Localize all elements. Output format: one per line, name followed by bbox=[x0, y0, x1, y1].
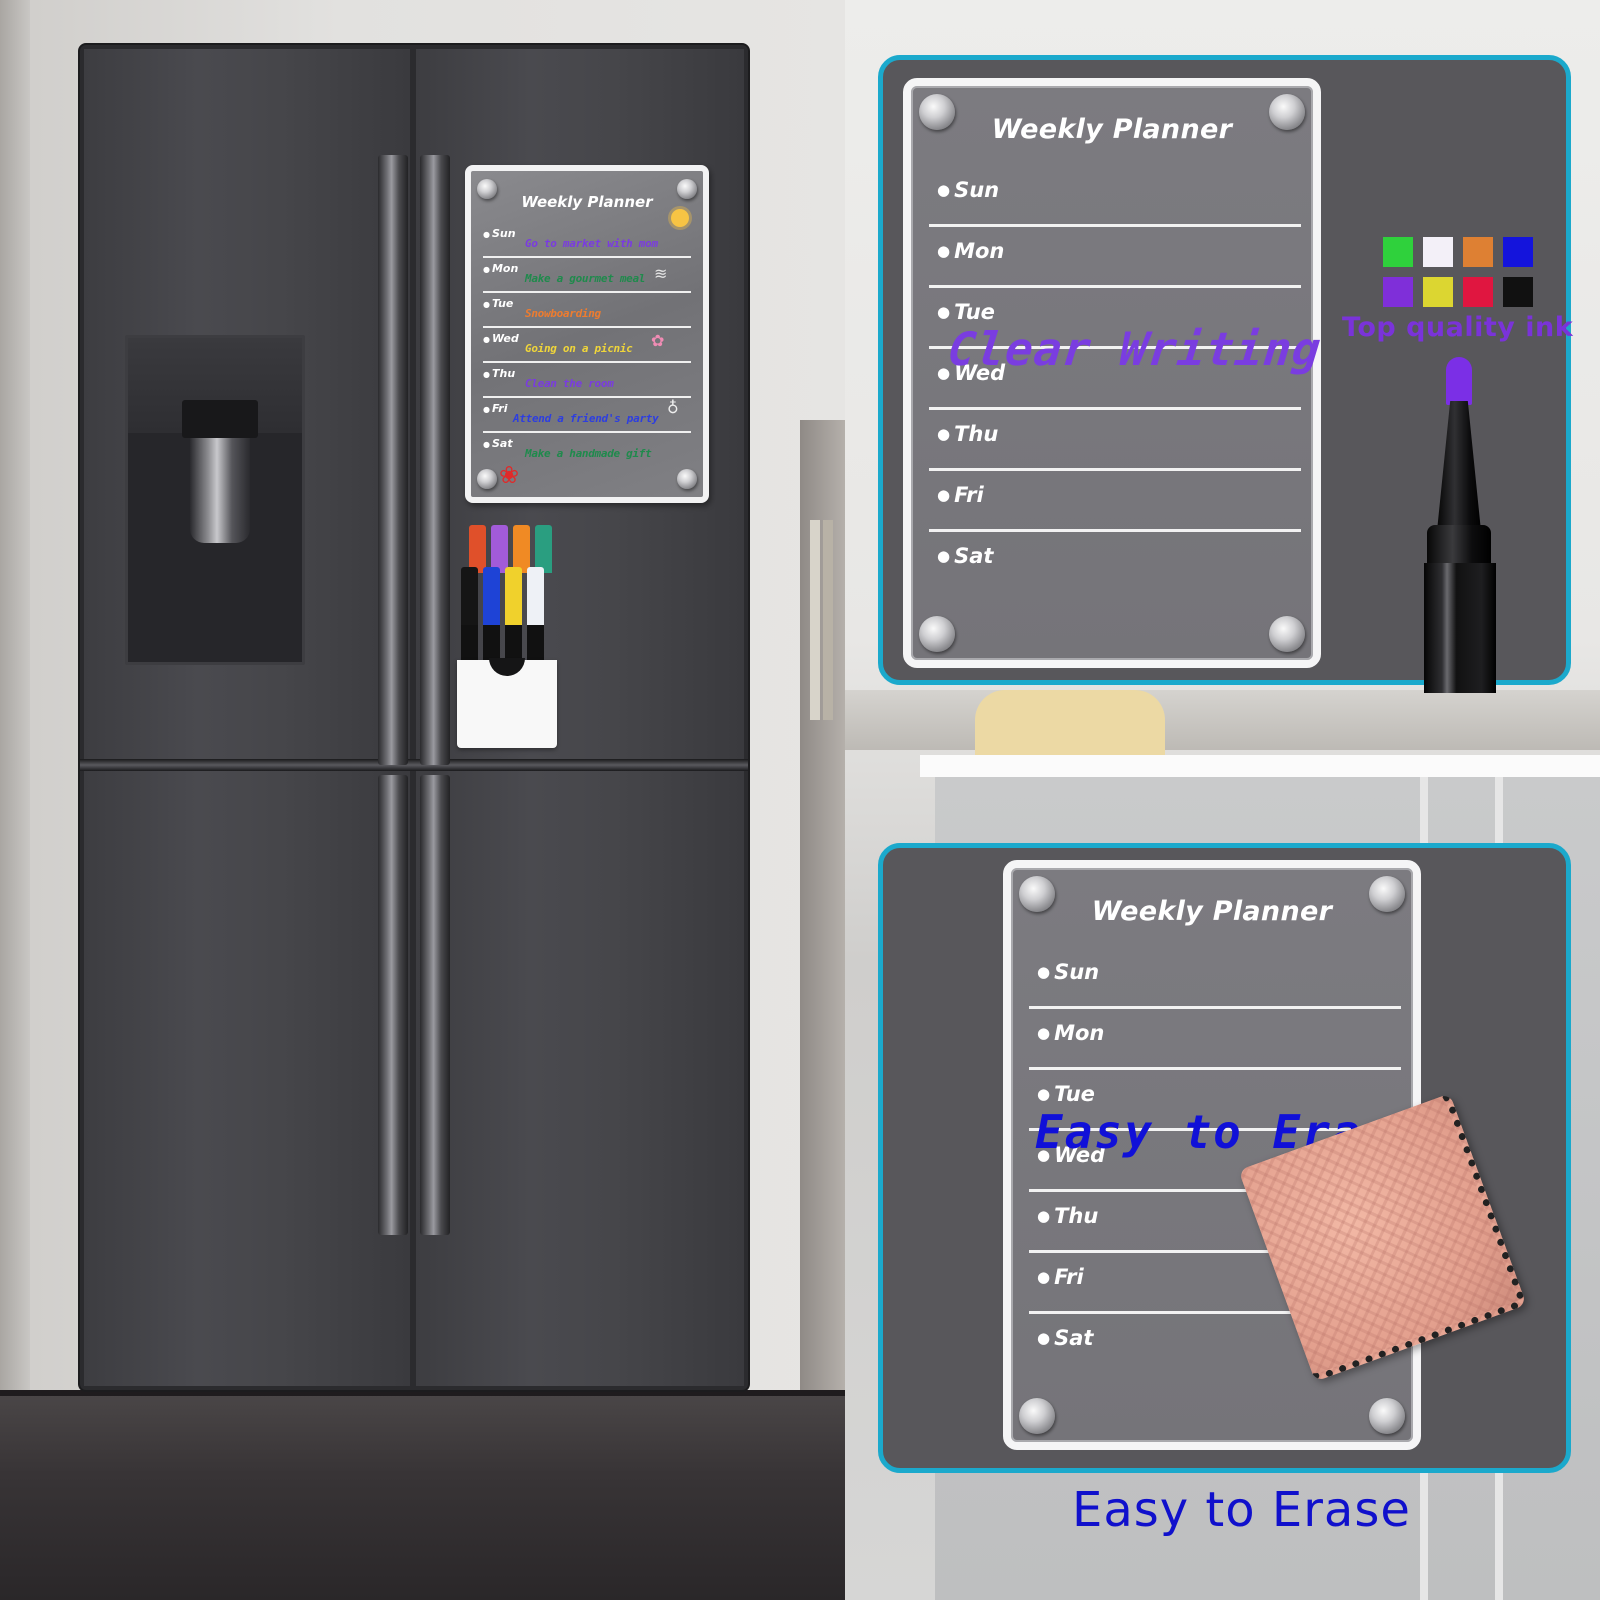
planner-row: Sun bbox=[1029, 946, 1401, 1009]
screw-icon bbox=[1269, 616, 1305, 652]
task-text: Make a gourmet meal bbox=[525, 272, 646, 285]
day-label: Sun bbox=[937, 178, 999, 202]
wine-glass-icon: ♁ bbox=[667, 398, 679, 417]
fridge-scene: Weekly Planner Sun Go to market with mom M… bbox=[0, 0, 845, 1600]
marker-cap bbox=[505, 567, 522, 625]
planner-row: Mon bbox=[1029, 1007, 1401, 1070]
color-swatch bbox=[1503, 277, 1533, 307]
day-label: Sun bbox=[1037, 960, 1099, 984]
drawer-handle bbox=[378, 775, 408, 1235]
day-label: Thu bbox=[483, 367, 515, 380]
fridge-handle bbox=[378, 155, 408, 765]
planner-title: Weekly Planner bbox=[991, 114, 1233, 145]
clear-writing-text: Clear Writing bbox=[945, 322, 1324, 376]
color-swatch bbox=[1463, 277, 1493, 307]
door-seam bbox=[80, 759, 748, 771]
color-swatch bbox=[1463, 237, 1493, 267]
marker-body bbox=[527, 625, 544, 665]
ink-quality-label: Top quality ink bbox=[1342, 312, 1574, 343]
marker-cap bbox=[461, 567, 478, 625]
floor bbox=[0, 1390, 845, 1600]
day-label: Mon bbox=[937, 239, 1004, 263]
book bbox=[810, 520, 820, 720]
planner-row: Thu bbox=[929, 408, 1301, 471]
screw-icon bbox=[919, 616, 955, 652]
planner-row: Mon bbox=[929, 225, 1301, 288]
color-swatch bbox=[1383, 237, 1413, 267]
day-label: Sat bbox=[483, 437, 513, 450]
day-label: Wed bbox=[483, 332, 519, 345]
planner-row: Sat bbox=[929, 530, 1301, 593]
planner-title: Weekly Planner bbox=[1091, 896, 1333, 927]
day-label: Mon bbox=[1037, 1021, 1104, 1045]
task-text: Going on a picnic bbox=[525, 342, 633, 355]
fridge-drawer-bottom-left bbox=[84, 769, 410, 1386]
yellow-vase bbox=[975, 690, 1165, 755]
day-label: Tue bbox=[483, 297, 513, 310]
day-label: Tue bbox=[1037, 1082, 1095, 1106]
screw-icon bbox=[1369, 1398, 1405, 1434]
task-text: Attend a friend's party bbox=[513, 412, 659, 425]
day-label: Fri bbox=[1037, 1265, 1084, 1289]
marker-cap bbox=[527, 567, 544, 625]
water-dispenser bbox=[125, 335, 305, 665]
mini-weekly-planner: Weekly Planner Sun Go to market with mom M… bbox=[465, 165, 709, 503]
wall-edge bbox=[0, 0, 30, 1600]
flower-icon: ✿ bbox=[651, 331, 665, 350]
marker-cap bbox=[513, 525, 530, 573]
mini-planner-row: Thu Clean the room bbox=[483, 363, 691, 398]
day-label: Thu bbox=[1037, 1204, 1098, 1228]
task-text: Snowboarding bbox=[525, 307, 601, 320]
day-label: Tue bbox=[937, 300, 995, 324]
easy-to-erase-caption: Easy to Erase bbox=[1072, 1482, 1411, 1538]
floor-baseboard bbox=[0, 1390, 845, 1396]
task-text: Make a handmade gift bbox=[525, 447, 652, 460]
mini-planner-row: Fri Attend a friend's party bbox=[483, 398, 691, 433]
day-label: Sat bbox=[1037, 1326, 1093, 1350]
task-text: Clean the room bbox=[525, 377, 614, 390]
marker-body bbox=[461, 625, 478, 665]
day-label: Fri bbox=[483, 402, 508, 415]
day-label: Sun bbox=[483, 227, 516, 240]
marker-cap bbox=[535, 525, 552, 573]
red-flower-icon: ❀ bbox=[499, 461, 520, 489]
marker-holder bbox=[457, 658, 557, 748]
white-shelf bbox=[920, 755, 1600, 777]
screw-icon bbox=[677, 469, 697, 489]
marker-cap bbox=[483, 567, 500, 625]
screw-icon bbox=[477, 469, 497, 489]
mini-planner-row: Tue Snowboarding bbox=[483, 293, 691, 328]
counter bbox=[845, 690, 1600, 750]
book bbox=[823, 520, 833, 720]
dispenser-control bbox=[182, 400, 258, 438]
task-text: Go to market with mom bbox=[525, 237, 658, 250]
mini-planner-row: Sun Go to market with mom bbox=[483, 223, 691, 258]
day-label: Mon bbox=[483, 262, 518, 275]
fridge-handle bbox=[420, 155, 450, 765]
color-swatch bbox=[1423, 277, 1453, 307]
mini-planner-title: Weekly Planner bbox=[521, 193, 653, 211]
drawer-handle bbox=[420, 775, 450, 1235]
planner-row: Fri bbox=[929, 469, 1301, 532]
screw-icon bbox=[1019, 1398, 1055, 1434]
fridge-drawer-bottom-right bbox=[416, 769, 744, 1386]
day-label: Thu bbox=[937, 422, 998, 446]
marker-cap bbox=[491, 525, 508, 573]
color-swatch bbox=[1383, 277, 1413, 307]
ink-color-swatches bbox=[1383, 237, 1533, 307]
pen-tip bbox=[1446, 357, 1472, 405]
planner-row: Sun bbox=[929, 164, 1301, 227]
day-label: Sat bbox=[937, 544, 993, 568]
color-swatch bbox=[1503, 237, 1533, 267]
marker-pen bbox=[1420, 355, 1500, 693]
color-swatch bbox=[1423, 237, 1453, 267]
day-label: Fri bbox=[937, 483, 984, 507]
burger-icon: ≋ bbox=[654, 264, 668, 283]
marker-cap bbox=[469, 525, 486, 573]
